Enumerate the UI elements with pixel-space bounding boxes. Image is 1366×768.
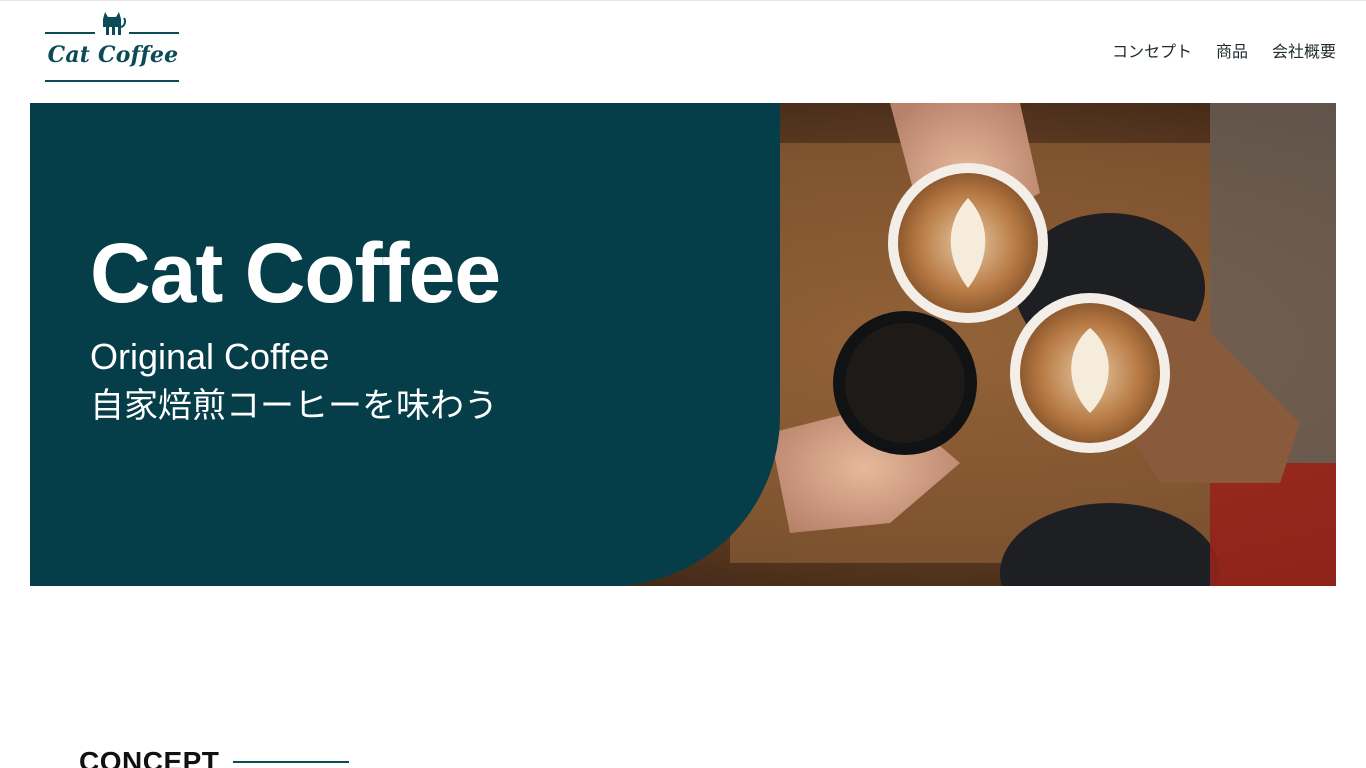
cat-icon <box>103 12 126 35</box>
concept-divider <box>233 761 350 763</box>
logo-underline <box>45 80 179 82</box>
page: Cat Coffee コンセプト 商品 会社概要 Cat Coffee Orig… <box>0 0 1366 768</box>
logo-line-left <box>45 32 95 34</box>
hero-subtitle-en: Original Coffee <box>90 336 330 377</box>
logo-text: Cat Coffee <box>47 42 179 68</box>
nav-link-concept[interactable]: コンセプト <box>1112 38 1192 62</box>
hero-title: Cat Coffee <box>90 226 501 320</box>
site-logo[interactable]: Cat Coffee <box>45 9 181 85</box>
nav-link-products[interactable]: 商品 <box>1216 38 1248 62</box>
main-nav: コンセプト 商品 会社概要 <box>1112 38 1336 62</box>
concept-title: CONCEPT <box>79 746 220 768</box>
hero-section: Cat Coffee Original Coffee 自家焙煎コーヒーを味わう <box>30 103 1336 586</box>
site-header: Cat Coffee コンセプト 商品 会社概要 <box>0 0 1366 103</box>
nav-link-company[interactable]: 会社概要 <box>1272 38 1336 62</box>
concept-heading: CONCEPT <box>79 746 350 768</box>
hero-subtitle-ja: 自家焙煎コーヒーを味わう <box>90 386 498 426</box>
logo-line-right <box>129 32 179 34</box>
